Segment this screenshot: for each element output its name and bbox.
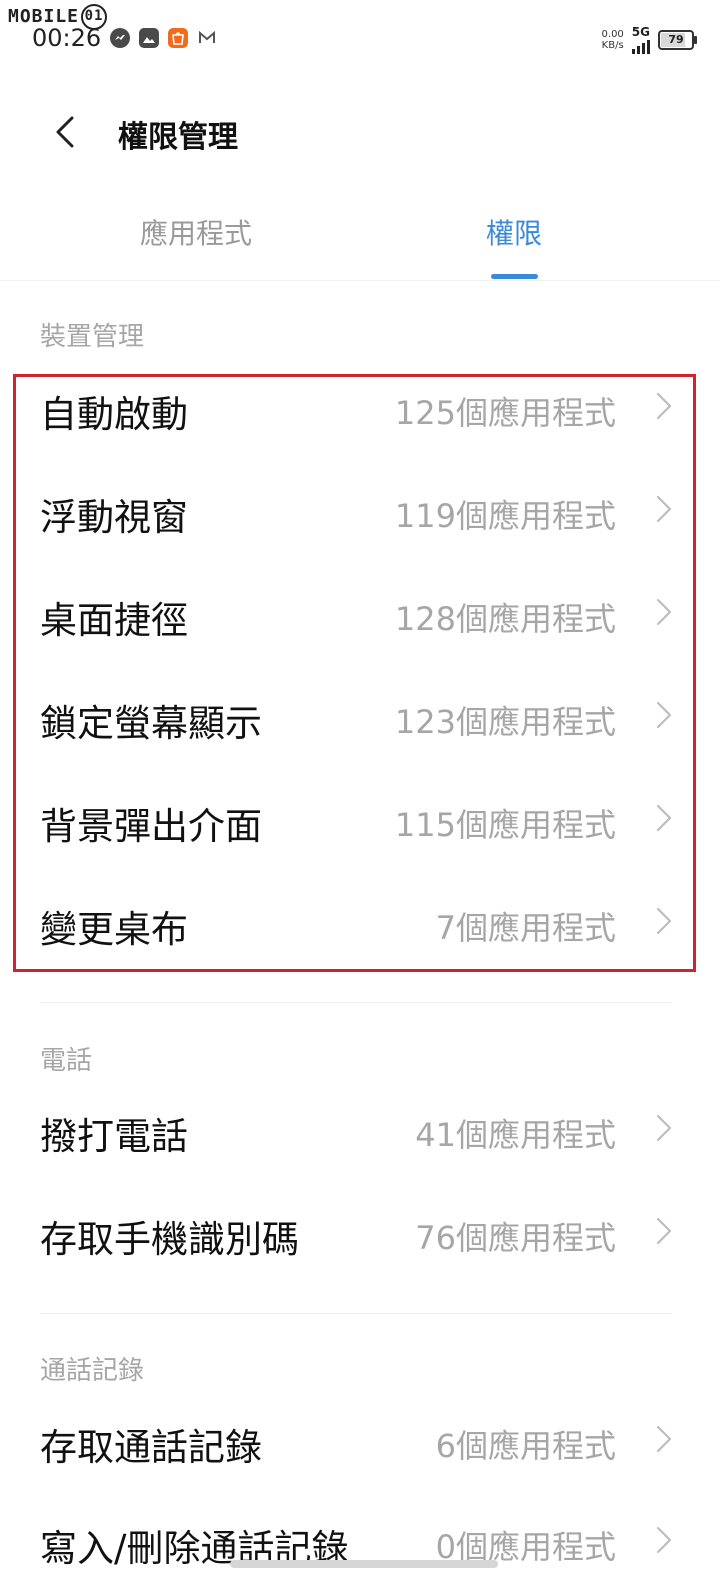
permission-row[interactable]: 存取手機識別碼 76個應用程式 xyxy=(0,1181,720,1281)
net-speed-unit: KB/s xyxy=(601,40,624,51)
permission-count: 123個應用程式 xyxy=(394,703,616,741)
app-header: 權限管理 xyxy=(0,90,720,174)
section-divider xyxy=(40,1002,672,1003)
permission-count: 76個應用程式 xyxy=(415,1219,616,1257)
permission-count: 6個應用程式 xyxy=(435,1427,616,1465)
shopee-icon xyxy=(168,28,188,48)
tab-apps[interactable]: 應用程式 xyxy=(140,212,252,252)
chevron-right-icon xyxy=(656,804,672,832)
section-header-device: 裝置管理 xyxy=(40,322,145,352)
chevron-right-icon xyxy=(656,907,672,935)
net-speed: 0.00 KB/s xyxy=(602,29,624,51)
permission-row[interactable]: 寫入/刪除通話記錄 0個應用程式 xyxy=(0,1490,720,1590)
permission-count: 41個應用程式 xyxy=(415,1116,616,1154)
permission-count: 125個應用程式 xyxy=(394,394,616,432)
notification-icons xyxy=(110,28,217,48)
home-indicator[interactable] xyxy=(230,1560,498,1568)
chevron-right-icon xyxy=(656,701,672,729)
status-bar: MOBILE 01 00:26 0.00 KB/s 5G 79 xyxy=(0,0,720,60)
chevron-right-icon xyxy=(656,1217,672,1245)
permission-row[interactable]: 鎖定螢幕顯示 123個應用程式 xyxy=(0,665,720,765)
permission-label: 桌面捷徑 xyxy=(40,599,188,642)
permission-row[interactable]: 存取通話記錄 6個應用程式 xyxy=(0,1389,720,1489)
page-title: 權限管理 xyxy=(118,120,238,155)
battery-icon: 79 xyxy=(658,30,697,50)
section-header-call-log: 通話記錄 xyxy=(40,1356,145,1386)
permission-count: 119個應用程式 xyxy=(394,497,616,535)
tab-permissions[interactable]: 權限 xyxy=(486,212,542,252)
active-tab-indicator xyxy=(491,274,538,279)
signal-bars-icon xyxy=(631,38,650,54)
permission-row[interactable]: 背景彈出介面 115個應用程式 xyxy=(0,768,720,868)
section-divider xyxy=(40,1313,672,1314)
gmail-icon xyxy=(197,28,217,48)
permission-count: 7個應用程式 xyxy=(435,909,616,947)
network-type: 5G xyxy=(631,25,650,39)
system-indicators: 0.00 KB/s 5G 79 xyxy=(602,25,697,54)
permission-label: 浮動視窗 xyxy=(40,496,188,539)
permission-label: 存取通話記錄 xyxy=(40,1426,262,1469)
permission-label: 自動啟動 xyxy=(40,393,188,436)
permission-count: 115個應用程式 xyxy=(394,806,616,844)
permission-label: 撥打電話 xyxy=(40,1115,188,1158)
chevron-right-icon xyxy=(656,495,672,523)
messenger-icon xyxy=(110,28,130,48)
battery-level: 79 xyxy=(668,33,684,46)
permission-row[interactable]: 桌面捷徑 128個應用程式 xyxy=(0,562,720,662)
chevron-left-icon xyxy=(56,116,74,148)
chevron-right-icon xyxy=(656,1425,672,1453)
permission-row[interactable]: 自動啟動 125個應用程式 xyxy=(0,356,720,456)
permission-label: 背景彈出介面 xyxy=(40,805,262,848)
section-header-phone: 電話 xyxy=(40,1046,93,1076)
permission-row[interactable]: 浮動視窗 119個應用程式 xyxy=(0,459,720,559)
tab-bar: 應用程式 權限 xyxy=(0,200,720,281)
chevron-right-icon xyxy=(656,1114,672,1142)
net-speed-value: 0.00 xyxy=(601,29,624,40)
chevron-right-icon xyxy=(656,1526,672,1554)
photos-icon xyxy=(139,28,159,48)
chevron-right-icon xyxy=(656,392,672,420)
permission-count: 128個應用程式 xyxy=(394,600,616,638)
back-button[interactable] xyxy=(44,110,88,154)
permission-label: 鎖定螢幕顯示 xyxy=(40,702,262,745)
permission-row[interactable]: 撥打電話 41個應用程式 xyxy=(0,1078,720,1178)
clock: 00:26 xyxy=(32,24,102,52)
permission-row[interactable]: 變更桌布 7個應用程式 xyxy=(0,871,720,971)
signal-group: 5G xyxy=(631,25,650,54)
permission-label: 存取手機識別碼 xyxy=(40,1218,299,1261)
chevron-right-icon xyxy=(656,598,672,626)
permission-label: 變更桌布 xyxy=(40,908,188,951)
